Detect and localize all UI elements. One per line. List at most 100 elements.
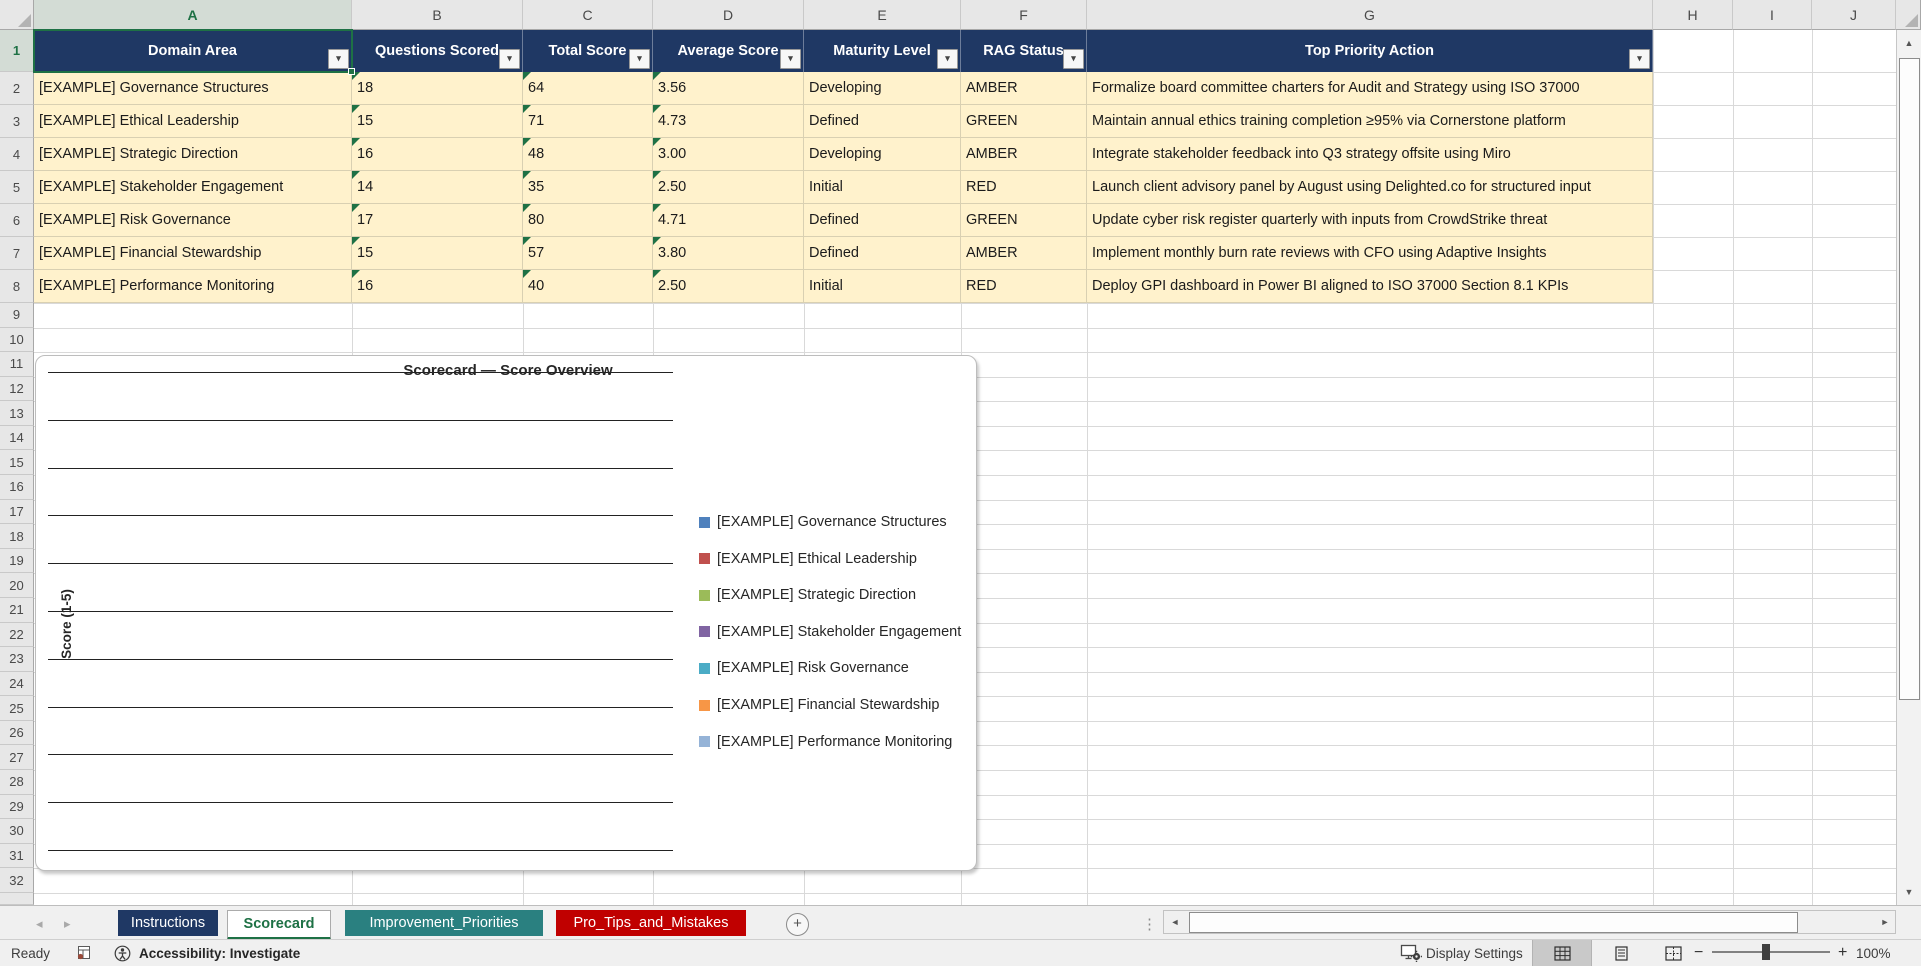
- display-settings-icon[interactable]: [1400, 940, 1422, 966]
- scroll-right-arrow-icon[interactable]: ►: [1876, 911, 1894, 933]
- row-header-19[interactable]: 19: [0, 548, 34, 574]
- cell-F4[interactable]: AMBER: [961, 138, 1087, 171]
- cell-B8[interactable]: 16: [352, 270, 523, 303]
- cell-A4[interactable]: [EXAMPLE] Strategic Direction: [34, 138, 352, 171]
- table-header-questions[interactable]: Questions Scored ▾: [352, 30, 523, 72]
- row-header-30[interactable]: 30: [0, 819, 34, 844]
- cell-A8[interactable]: [EXAMPLE] Performance Monitoring: [34, 270, 352, 303]
- row-header-32[interactable]: 32: [0, 868, 34, 893]
- embedded-chart[interactable]: Scorecard — Score Overview Score (1-5) […: [35, 355, 977, 871]
- row-header-12[interactable]: 12: [0, 376, 34, 402]
- row-header-29[interactable]: 29: [0, 794, 34, 820]
- column-header-D[interactable]: D: [653, 0, 804, 30]
- cell-D2[interactable]: 3.56: [653, 72, 804, 105]
- horizontal-scroll-thumb[interactable]: [1189, 912, 1798, 933]
- cell-C7[interactable]: 57: [523, 237, 653, 270]
- row-header-2[interactable]: 2: [0, 72, 34, 105]
- row-header-21[interactable]: 21: [0, 597, 34, 623]
- cell-C8[interactable]: 40: [523, 270, 653, 303]
- column-header-C[interactable]: C: [523, 0, 653, 30]
- cell-D4[interactable]: 3.00: [653, 138, 804, 171]
- row-header-28[interactable]: 28: [0, 770, 34, 795]
- row-header-16[interactable]: 16: [0, 475, 34, 500]
- row-header-11[interactable]: 11: [0, 352, 34, 377]
- zoom-slider-track[interactable]: [1712, 951, 1830, 953]
- accessibility-checker-icon[interactable]: [114, 940, 131, 966]
- filter-dropdown-icon[interactable]: ▾: [780, 49, 801, 69]
- scroll-up-arrow-icon[interactable]: ▲: [1897, 30, 1921, 56]
- column-header-J[interactable]: J: [1812, 0, 1896, 30]
- cell-D3[interactable]: 4.73: [653, 105, 804, 138]
- select-all-corner[interactable]: [0, 0, 34, 30]
- normal-view-button[interactable]: [1532, 940, 1592, 966]
- cell-E5[interactable]: Initial: [804, 171, 961, 204]
- cell-G5[interactable]: Launch client advisory panel by August u…: [1087, 171, 1653, 204]
- filter-dropdown-icon[interactable]: ▾: [328, 49, 349, 69]
- filter-dropdown-icon[interactable]: ▾: [1063, 49, 1084, 69]
- cell-B2[interactable]: 18: [352, 72, 523, 105]
- column-header-G[interactable]: G: [1087, 0, 1653, 30]
- vertical-scroll-thumb[interactable]: [1899, 58, 1920, 700]
- row-header-3[interactable]: 3: [0, 105, 34, 138]
- cell-A3[interactable]: [EXAMPLE] Ethical Leadership: [34, 105, 352, 138]
- column-header-F[interactable]: F: [961, 0, 1087, 30]
- row-header-15[interactable]: 15: [0, 450, 34, 476]
- table-header-rag[interactable]: RAG Status ▾: [961, 30, 1087, 72]
- cell-B5[interactable]: 14: [352, 171, 523, 204]
- row-header-22[interactable]: 22: [0, 622, 34, 648]
- cell-E3[interactable]: Defined: [804, 105, 961, 138]
- cell-B3[interactable]: 15: [352, 105, 523, 138]
- cell-B4[interactable]: 16: [352, 138, 523, 171]
- zoom-level[interactable]: 100%: [1856, 940, 1891, 966]
- cell-F3[interactable]: GREEN: [961, 105, 1087, 138]
- cell-G7[interactable]: Implement monthly burn rate reviews with…: [1087, 237, 1653, 270]
- cell-G8[interactable]: Deploy GPI dashboard in Power BI aligned…: [1087, 270, 1653, 303]
- vertical-scrollbar[interactable]: ▲ ▼: [1896, 30, 1921, 905]
- row-header-24[interactable]: 24: [0, 671, 34, 697]
- row-header-7[interactable]: 7: [0, 237, 34, 270]
- sheet-tab-pro_tips_and_mistakes[interactable]: Pro_Tips_and_Mistakes: [556, 910, 746, 936]
- tab-bar-grip-icon[interactable]: ⋮: [1142, 915, 1157, 933]
- selection-fill-handle[interactable]: [348, 68, 355, 75]
- cell-E2[interactable]: Developing: [804, 72, 961, 105]
- cell-C4[interactable]: 48: [523, 138, 653, 171]
- cell-A7[interactable]: [EXAMPLE] Financial Stewardship: [34, 237, 352, 270]
- row-header-18[interactable]: 18: [0, 524, 34, 549]
- filter-dropdown-icon[interactable]: ▾: [937, 49, 958, 69]
- cell-A5[interactable]: [EXAMPLE] Stakeholder Engagement: [34, 171, 352, 204]
- cell-F6[interactable]: GREEN: [961, 204, 1087, 237]
- row-header-27[interactable]: 27: [0, 745, 34, 771]
- column-header-H[interactable]: H: [1653, 0, 1733, 30]
- row-header-6[interactable]: 6: [0, 204, 34, 237]
- page-layout-view-button[interactable]: [1596, 940, 1646, 966]
- tab-scroll-right-icon[interactable]: ▸: [64, 916, 71, 932]
- sheet-tab-improvement_priorities[interactable]: Improvement_Priorities: [345, 910, 543, 936]
- row-header-23[interactable]: 23: [0, 647, 34, 672]
- tab-scroll-left-icon[interactable]: ◂: [36, 916, 43, 932]
- cell-E4[interactable]: Developing: [804, 138, 961, 171]
- row-header-4[interactable]: 4: [0, 138, 34, 171]
- column-header-I[interactable]: I: [1733, 0, 1812, 30]
- table-header-maturity[interactable]: Maturity Level ▾: [804, 30, 961, 72]
- row-header-10[interactable]: 10: [0, 327, 34, 353]
- cell-G2[interactable]: Formalize board committee charters for A…: [1087, 72, 1653, 105]
- table-header-domain[interactable]: Domain Area ▾: [34, 30, 352, 72]
- scroll-left-arrow-icon[interactable]: ◄: [1166, 911, 1184, 933]
- cell-C3[interactable]: 71: [523, 105, 653, 138]
- row-header-9[interactable]: 9: [0, 303, 34, 328]
- cell-D5[interactable]: 2.50: [653, 171, 804, 204]
- table-header-total[interactable]: Total Score ▾: [523, 30, 653, 72]
- new-sheet-button[interactable]: +: [786, 913, 809, 936]
- zoom-out-button[interactable]: −: [1694, 940, 1703, 966]
- row-header-14[interactable]: 14: [0, 425, 34, 451]
- sheet-tab-instructions[interactable]: Instructions: [118, 910, 218, 936]
- cell-E7[interactable]: Defined: [804, 237, 961, 270]
- table-header-action[interactable]: Top Priority Action ▾: [1087, 30, 1653, 72]
- row-header-31[interactable]: 31: [0, 843, 34, 869]
- row-header-25[interactable]: 25: [0, 696, 34, 721]
- cell-E8[interactable]: Initial: [804, 270, 961, 303]
- cell-F2[interactable]: AMBER: [961, 72, 1087, 105]
- row-header-5[interactable]: 5: [0, 171, 34, 204]
- cell-C2[interactable]: 64: [523, 72, 653, 105]
- row-header-1[interactable]: 1: [0, 30, 34, 72]
